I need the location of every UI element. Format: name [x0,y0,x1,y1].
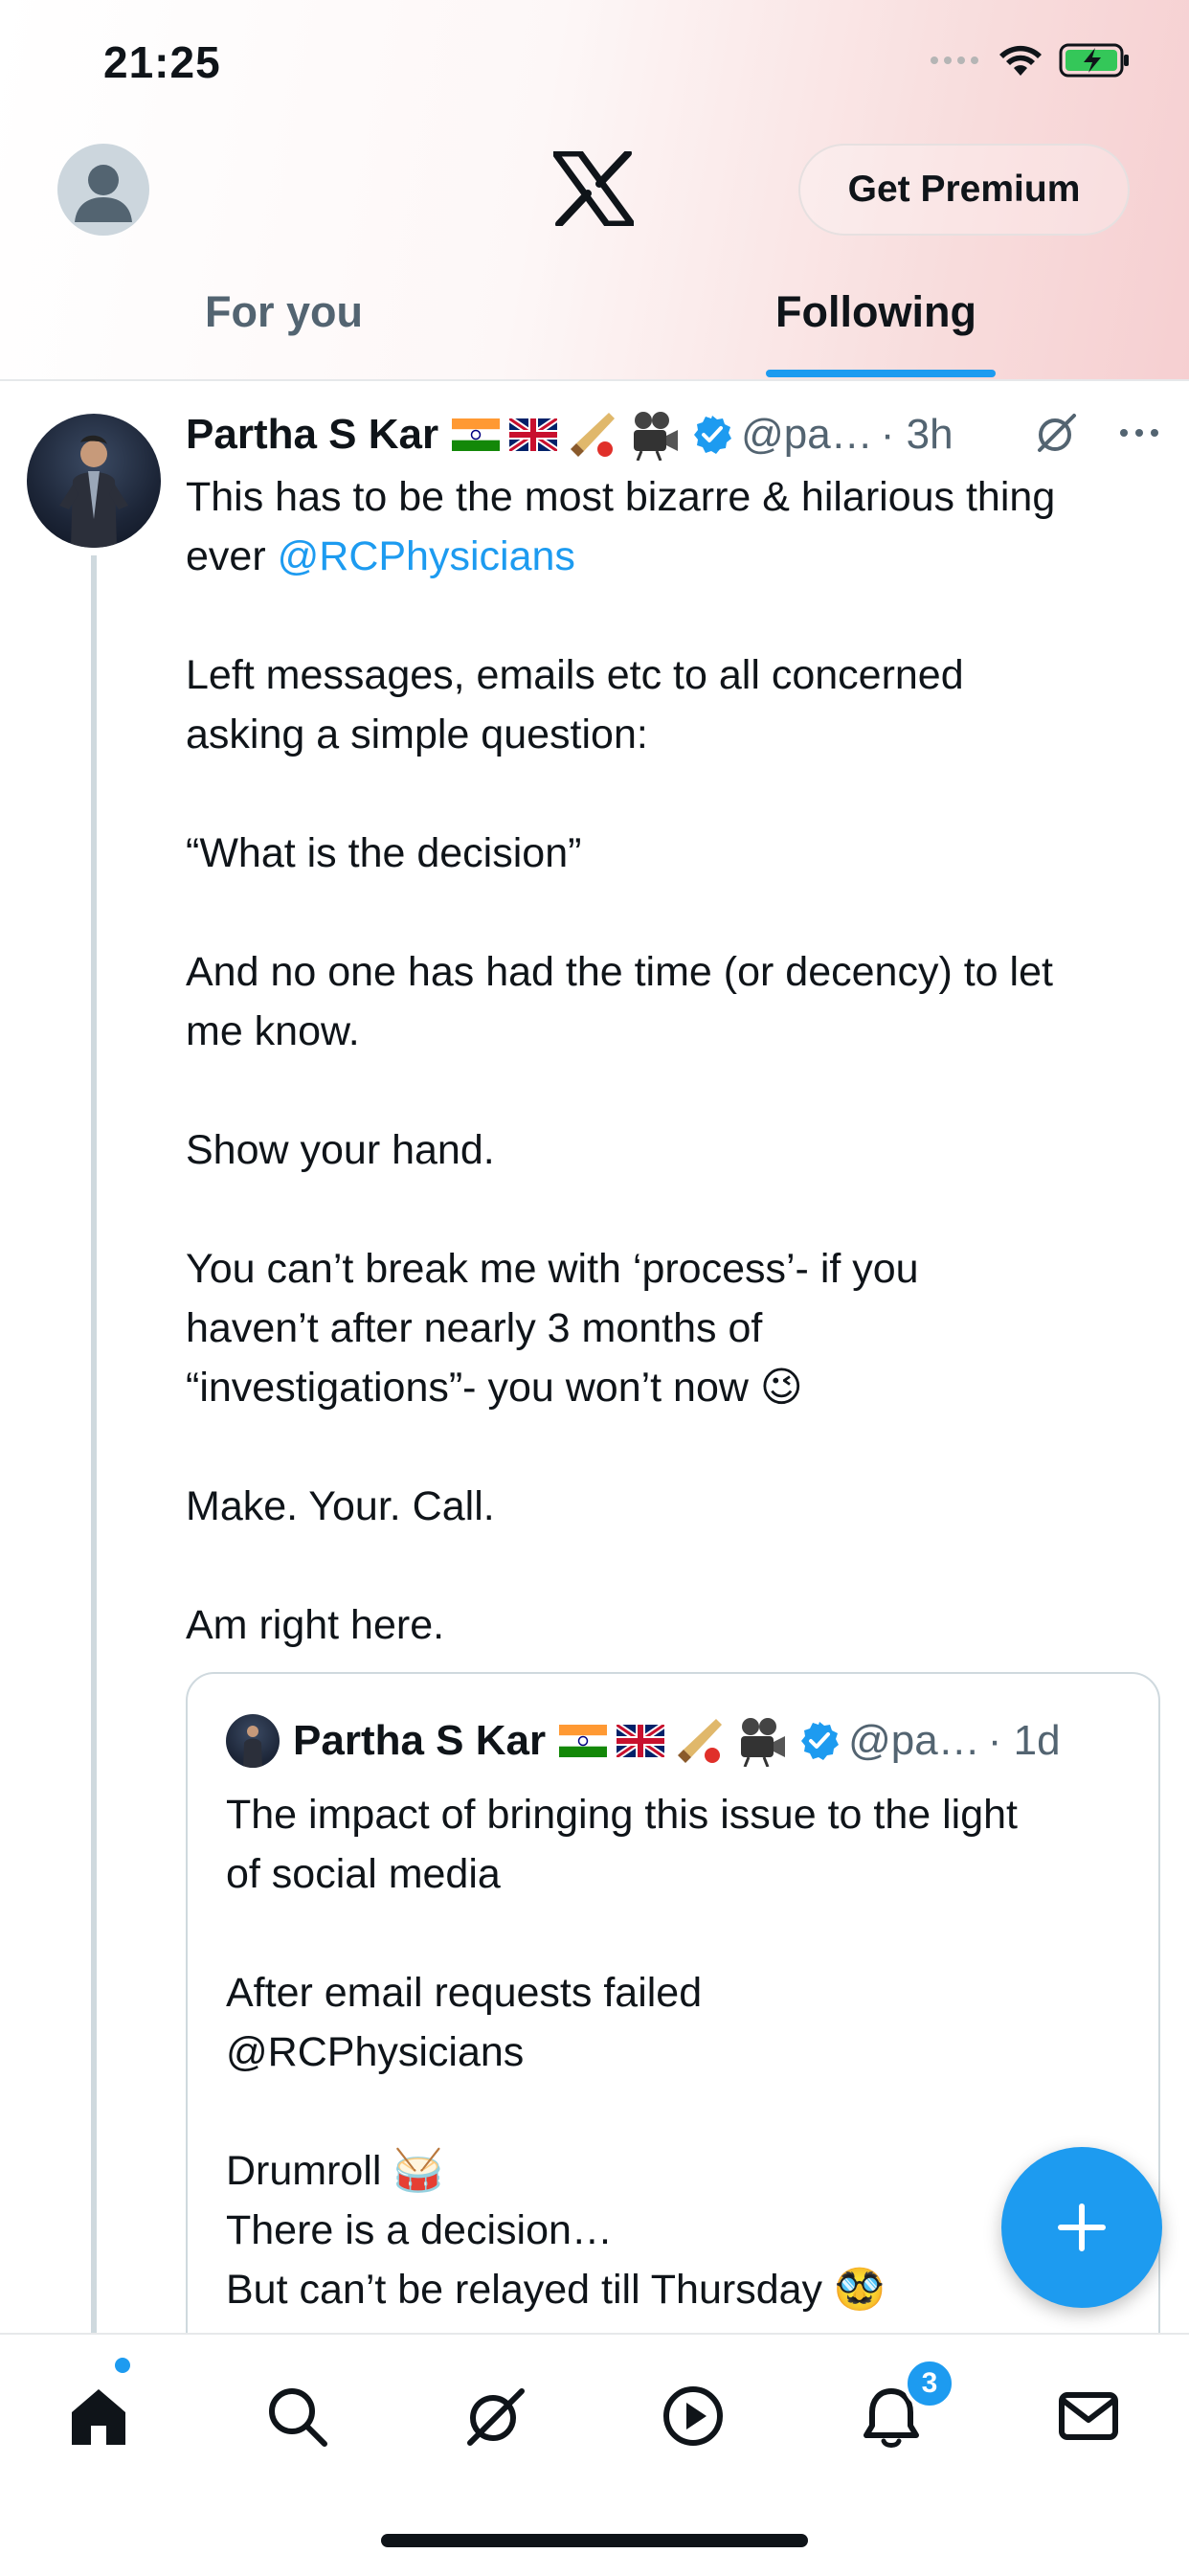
default-user-icon [75,165,132,222]
compose-post-button[interactable] [1001,2147,1162,2308]
tweet-line: me know. [186,1008,360,1054]
wifi-icon [999,45,1042,76]
messages-icon [1059,2392,1118,2440]
nav-home[interactable] [56,2373,142,2459]
uk-flag-icon [509,418,558,451]
nav-search[interactable] [254,2373,340,2459]
movie-camera-icon [634,412,679,461]
quoted-author-avatar [226,1714,280,1768]
mention-link[interactable]: @RCPhysicians [278,533,575,579]
home-unread-dot [115,2358,130,2373]
status-icons [931,42,1132,79]
quoted-tweet-text: The impact of bringing this issue to the… [226,1785,1126,2319]
home-indicator [381,2534,808,2547]
tweet-header: Partha S Kar @pa… · 3h [186,406,953,463]
tweet-line: asking a simple question: [186,712,648,757]
quoted-tweet-card[interactable]: Partha S Kar @pa… · 1d The impact of bri… [186,1672,1160,2400]
grok-icon[interactable] [1034,410,1080,456]
battery-charging-icon [1059,43,1129,78]
home-icon [72,2389,125,2445]
tweet-line: Left messages, emails etc to all concern… [186,652,964,698]
notification-count-badge: 3 [904,2358,955,2409]
movie-camera-icon [741,1718,786,1767]
india-flag-icon [559,1725,608,1757]
india-flag-icon [452,418,501,451]
tweet-time[interactable]: · 3h [881,411,953,459]
uk-flag-icon [617,1725,665,1757]
tweet-line: Show your hand. [186,1127,495,1173]
quote-line: @RCPhysicians [226,2029,525,2075]
tweet-line: haven’t after nearly 3 months of [186,1305,763,1351]
thread-line [91,555,97,2337]
cricket-icon [678,1719,723,1763]
tweet-line: ever @RCPhysicians [186,533,575,579]
more-options-icon[interactable] [1118,427,1160,439]
quoted-author-name: Partha S Kar [293,1717,547,1764]
author-photo [243,1726,262,1768]
tab-following[interactable]: Following [775,287,976,337]
tweet-line: “investigations”- you won’t now 😉 [186,1365,803,1411]
quote-line: After email requests failed [226,1970,703,2016]
profile-avatar[interactable] [57,144,149,236]
get-premium-button[interactable]: Get Premium [798,144,1130,236]
tweet-line: Make. Your. Call. [186,1483,495,1529]
tweet-line: You can’t break me with ‘process’- if yo… [186,1246,919,1292]
quoted-tweet-header: Partha S Kar @pa… · 1d [226,1712,1061,1770]
nav-video[interactable] [650,2373,736,2459]
tweet-line: And no one has had the time (or decency)… [186,949,1053,995]
x-logo-icon[interactable] [553,151,634,226]
status-time: 21:25 [103,37,221,87]
author-badges [452,409,733,461]
quote-line: Drumroll 🥁 [226,2148,444,2194]
verified-badge-icon [801,1722,840,1760]
tweet-line: “What is the decision” [186,830,582,876]
verified-badge-icon [694,416,732,454]
quoted-time: · 1d [987,1717,1061,1764]
tweet-author-avatar[interactable] [27,414,161,548]
active-tab-indicator [766,370,996,377]
tab-for-you[interactable]: For you [205,287,363,337]
cricket-icon [571,413,616,457]
author-photo [59,435,128,548]
top-header: 21:25 Get Premium For you Following [0,0,1189,381]
tweet-author-name[interactable]: Partha S Kar [186,411,438,459]
quote-line: The impact of bringing this issue to the… [226,1792,1018,1838]
tweet-handle[interactable]: @pa… [741,411,873,459]
quoted-handle: @pa… [848,1717,980,1764]
tweet-actions-top [1034,410,1160,456]
plus-icon [1058,2203,1106,2251]
quote-line: of social media [226,1851,501,1897]
quote-line: But can’t be relayed till Thursday 🥸 [226,2267,886,2313]
quote-line: There is a decision… [226,2207,613,2253]
tweet-line: This has to be the most bizarre & hilari… [186,474,1056,520]
tweet-line: Am right here. [186,1602,445,1648]
grok-icon [467,2388,525,2446]
signal-icon [931,56,978,64]
video-icon [663,2386,723,2446]
author-badges [559,1715,841,1767]
tweet-text: This has to be the most bizarre & hilari… [186,467,1162,1655]
search-icon [269,2388,327,2447]
nav-messages[interactable] [1045,2373,1132,2459]
nav-grok[interactable] [452,2373,538,2459]
